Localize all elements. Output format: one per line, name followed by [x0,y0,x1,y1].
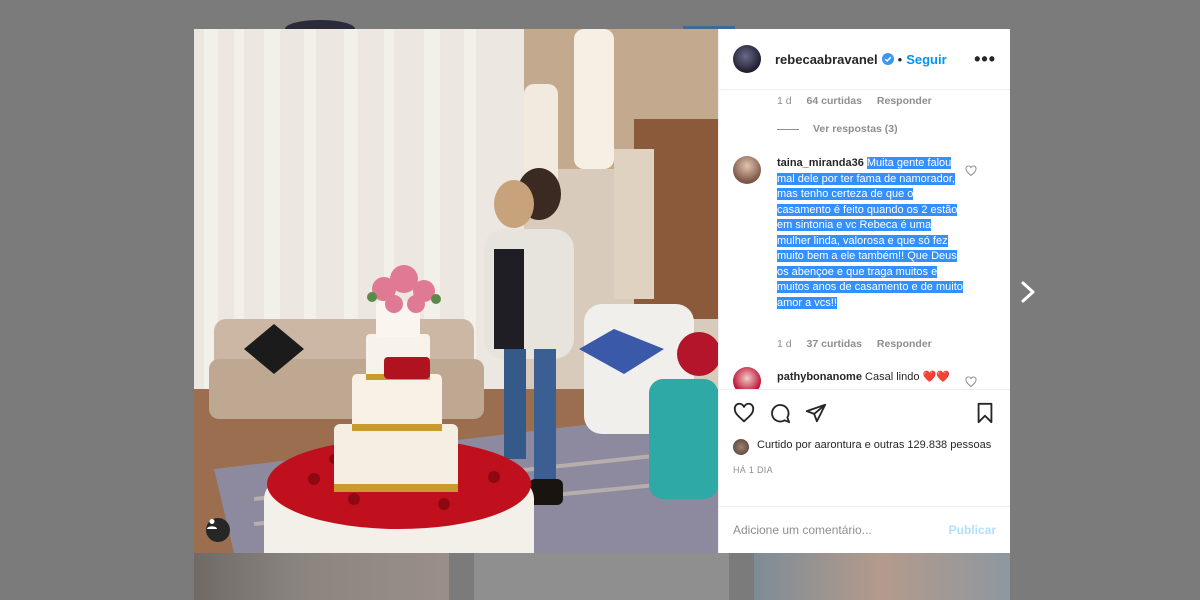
comment-body: pathybonanome Casal lindo ❤️❤️ [777,370,967,386]
like-heart-icon[interactable] [733,402,755,424]
save-bookmark-icon[interactable] [974,402,996,424]
post-sidebar: rebecaabravanel • Seguir ••• 1 d 64 curt… [718,29,1010,553]
background-post-thumbnail[interactable] [194,553,449,600]
background-post-thumbnail[interactable] [754,553,1010,600]
comment-input[interactable] [733,523,949,537]
author-avatar[interactable] [733,45,761,73]
chevron-right-icon [1021,281,1035,303]
next-post-arrow[interactable] [1014,278,1042,306]
author-username[interactable]: rebecaabravanel [775,52,878,67]
commenter-username[interactable]: pathybonanome [777,371,862,383]
comments-list[interactable]: 1 d 64 curtidas Responder Ver respostas … [719,90,1010,389]
tagged-users-button[interactable] [206,518,230,542]
replies-divider [777,128,799,130]
share-paper-plane-icon[interactable] [805,402,827,424]
add-comment-bar: Publicar [719,506,1010,553]
background-post-thumbnail[interactable] [474,553,729,600]
follow-button[interactable]: Seguir [906,52,946,67]
commenter-username[interactable]: taina_miranda36 [777,157,864,169]
comment-text: Casal lindo ❤️❤️ [865,371,950,383]
post-date[interactable]: HÁ 1 DIA [733,465,996,475]
separator-dot: • [897,51,903,67]
comment-bubble-icon[interactable] [769,402,791,424]
like-comment-heart-icon[interactable] [965,376,977,388]
post-photo-illustration [194,29,718,553]
view-replies-button[interactable]: Ver respostas (3) [777,123,898,135]
reply-button[interactable]: Responder [877,338,932,350]
post-actions: Curtido por aarontura e outras 129.838 p… [719,389,1010,506]
view-replies-label: Ver respostas (3) [813,123,898,135]
comment-text: Muita gente falou mal dele por ter fama … [777,157,963,309]
liker-avatar[interactable] [733,439,749,455]
reply-button[interactable]: Responder [877,95,932,107]
comment-likes[interactable]: 64 curtidas [807,95,862,107]
comment-body: taina_miranda36 Muita gente falou mal de… [777,156,967,311]
commenter-avatar[interactable] [733,156,761,184]
commenter-avatar[interactable] [733,367,761,389]
likes-text[interactable]: Curtido por aarontura e outras 129.838 p… [757,438,991,453]
comment-meta: 1 d 64 curtidas Responder [777,95,944,107]
post-header: rebecaabravanel • Seguir ••• [719,29,1010,90]
more-options-icon[interactable]: ••• [974,49,996,70]
like-comment-heart-icon[interactable] [965,165,977,177]
comment-meta: 1 d 37 curtidas Responder [777,338,944,350]
comment-likes[interactable]: 37 curtidas [807,338,862,350]
likes-summary: Curtido por aarontura e outras 129.838 p… [733,438,996,455]
user-icon [207,519,217,529]
post-photo[interactable] [194,29,718,553]
action-icons-row [733,400,996,426]
post-modal: rebecaabravanel • Seguir ••• 1 d 64 curt… [194,29,1010,553]
comment-time: 1 d [777,338,792,350]
publish-button[interactable]: Publicar [949,523,996,537]
verified-badge-icon [881,53,894,65]
comment-time: 1 d [777,95,792,107]
